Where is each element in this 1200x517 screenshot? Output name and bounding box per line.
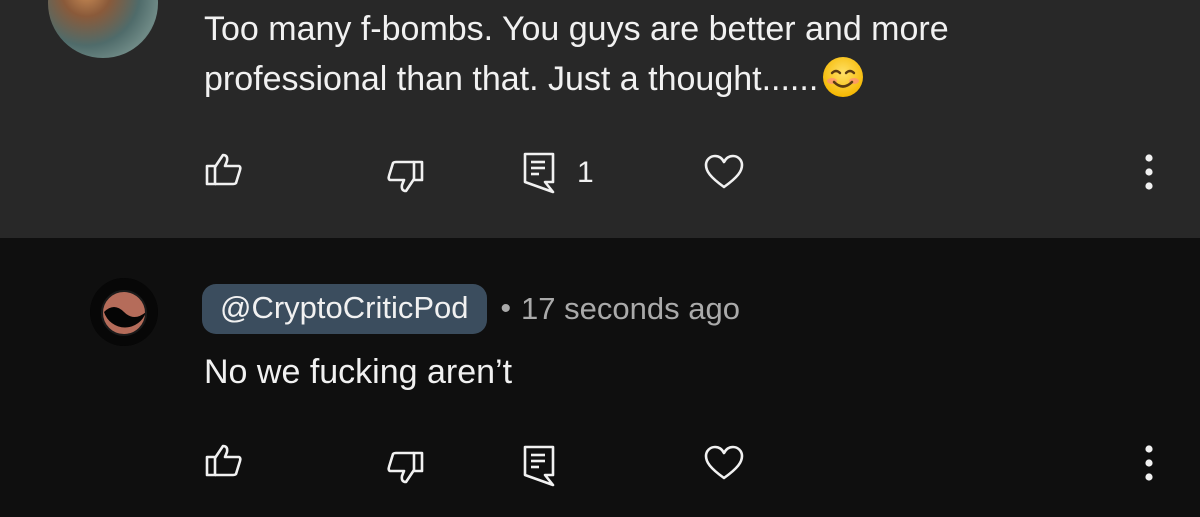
timestamp: 17 seconds ago — [521, 291, 740, 326]
comment-text-line2-text: professional than that. Just a thought..… — [204, 60, 819, 98]
reply-button[interactable] — [523, 445, 555, 487]
more-icon — [1145, 445, 1153, 481]
comment-text-line2: professional than that. Just a thought..… — [204, 54, 949, 104]
like-button[interactable] — [205, 443, 243, 477]
comment-meta: @CryptoCriticPod • 17 seconds ago — [202, 284, 740, 334]
like-button[interactable] — [205, 152, 243, 186]
like-icon — [205, 444, 242, 477]
heart-icon — [704, 154, 744, 189]
reply-icon — [523, 152, 555, 194]
comment-bottom: @CryptoCriticPod • 17 seconds ago No we … — [0, 238, 1200, 517]
dislike-icon — [387, 160, 424, 193]
comment-text: Too many f-bombs. You guys are better an… — [204, 4, 949, 104]
smiling-face-emoji — [823, 57, 864, 97]
heart-button[interactable] — [704, 154, 744, 190]
user-avatar[interactable] — [90, 278, 158, 346]
dislike-button[interactable] — [386, 451, 424, 485]
comment-text-line1: Too many f-bombs. You guys are better an… — [204, 10, 949, 48]
more-icon — [1145, 154, 1153, 190]
comment-top: Too many f-bombs. You guys are better an… — [0, 0, 1200, 238]
heart-icon — [704, 445, 744, 480]
more-options-button[interactable] — [1142, 445, 1156, 481]
comment-text: No we fucking aren’t — [204, 353, 513, 391]
like-icon — [205, 153, 242, 186]
reply-count: 1 — [577, 156, 594, 189]
dislike-button[interactable] — [386, 160, 424, 194]
user-avatar[interactable] — [48, 0, 158, 58]
heart-button[interactable] — [704, 445, 744, 481]
more-options-button[interactable] — [1142, 154, 1156, 190]
avatar-logo-icon — [90, 278, 158, 346]
reply-icon — [523, 445, 555, 487]
reply-button[interactable]: 1 — [523, 152, 594, 194]
dislike-icon — [387, 451, 424, 484]
channel-handle[interactable]: @CryptoCriticPod — [202, 284, 487, 334]
meta-separator: • — [500, 292, 512, 325]
